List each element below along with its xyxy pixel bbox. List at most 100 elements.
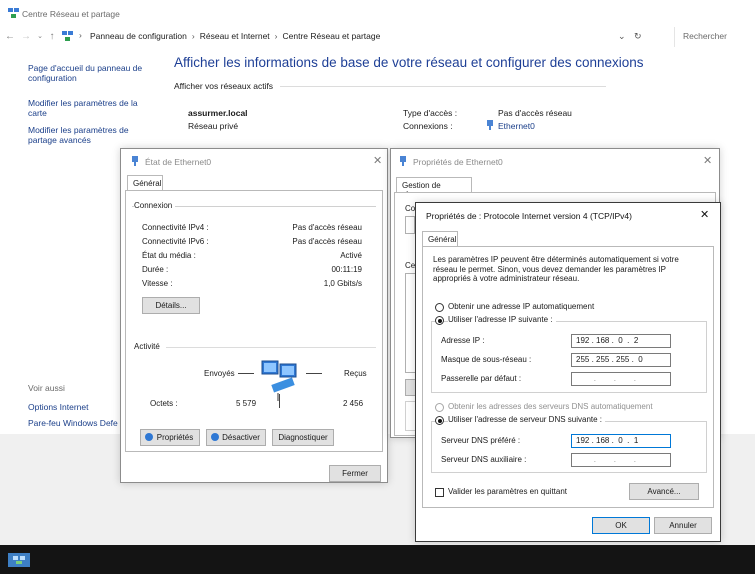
ipv4-properties-dialog: Propriétés de : Protocole Internet versi…	[415, 202, 721, 542]
media-state-label: État du média :	[142, 251, 196, 260]
divider	[279, 394, 280, 408]
network-center-icon	[8, 8, 19, 18]
close-icon[interactable]: ✕	[703, 154, 712, 167]
window-titlebar: Centre Réseau et partage	[0, 0, 755, 26]
tab-general[interactable]: Général	[422, 231, 458, 246]
ipv6-connectivity-label: Connectivité IPv6 :	[142, 237, 209, 246]
ipv4-description: Les paramètres IP peuvent être déterminé…	[433, 255, 679, 283]
details-button[interactable]: Détails...	[142, 297, 200, 314]
sidebar-link-firewall[interactable]: Pare-feu Windows Defe	[28, 418, 124, 428]
breadcrumb-network-center[interactable]: Centre Réseau et partage	[283, 31, 381, 41]
ipv4-connectivity-label: Connectivité IPv4 :	[142, 223, 209, 232]
sent-label: Envoyés	[204, 369, 235, 378]
navigation-bar: ← → ⌄ ↑ › Panneau de configuration › Résea…	[0, 26, 755, 48]
network-activity-icon	[261, 360, 297, 401]
ethernet-properties-title: Propriétés de Ethernet0	[413, 157, 503, 167]
see-also-heading: Voir aussi	[28, 383, 65, 393]
ethernet-icon	[487, 120, 493, 130]
cancel-button[interactable]: Annuler	[654, 517, 712, 534]
ok-button[interactable]: OK	[592, 517, 650, 534]
received-line	[306, 373, 322, 374]
bytes-received-value: 2 456	[343, 399, 364, 408]
ethernet-properties-icon	[400, 156, 406, 166]
breadcrumb-network-internet[interactable]: Réseau et Internet	[200, 31, 270, 41]
speed-label: Vitesse :	[142, 279, 173, 288]
up-arrow-icon[interactable]: ↑	[46, 30, 58, 44]
auto-dns-radio[interactable]	[435, 403, 444, 412]
diagnose-button[interactable]: Diagnostiquer	[272, 429, 334, 446]
network-name: assurmer.local	[188, 108, 248, 118]
active-networks-heading: Afficher vos réseaux actifs	[174, 81, 274, 91]
ipv4-dialog-title: Propriétés de : Protocole Internet versi…	[426, 211, 632, 221]
sidebar-link-adapter-settings[interactable]: Modifier les paramètres de la carte	[28, 98, 146, 118]
forward-arrow-icon[interactable]: →	[20, 30, 32, 44]
manual-dns-radio[interactable]	[435, 416, 444, 425]
received-label: Reçus	[344, 369, 367, 378]
manual-dns-label: Utiliser l'adresse de serveur DNS suivan…	[448, 415, 606, 424]
duration-value: 00:11:19	[331, 265, 362, 274]
recent-chevron-icon[interactable]: ⌄	[34, 30, 46, 44]
properties-button-label: Propriétés	[156, 433, 194, 442]
refresh-icon[interactable]: ↻	[634, 31, 642, 42]
manual-ip-radio[interactable]	[435, 316, 444, 325]
subnet-mask-label: Masque de sous-réseau :	[441, 355, 532, 364]
shield-icon	[145, 433, 153, 441]
connect-using-label: Co	[405, 204, 416, 213]
sidebar-link-internet-options[interactable]: Options Internet	[28, 402, 88, 412]
validate-label: Valider les paramètres en quittant	[448, 487, 568, 496]
address-dropdown-icon[interactable]: ⌄	[618, 31, 626, 42]
disable-button[interactable]: Désactiver	[206, 429, 266, 446]
ip-address-label: Adresse IP :	[441, 336, 485, 345]
status-dialog: État de Ethernet0 ✕ Général Connexion Co…	[120, 148, 388, 483]
address-network-icon	[62, 31, 73, 41]
auto-ip-label: Obtenir une adresse IP automatiquement	[448, 302, 595, 311]
close-icon[interactable]: ✕	[700, 208, 709, 221]
ip-address-input[interactable]: 192 . 168 . 0 . 2	[571, 334, 671, 348]
bytes-sent-value: 5 579	[236, 399, 257, 408]
ipv4-connectivity-value: Pas d'accès réseau	[292, 223, 362, 232]
breadcrumb: Panneau de configuration › Réseau et Inter…	[90, 31, 380, 41]
sidebar-link-home[interactable]: Page d'accueil du panneau de configurati…	[28, 63, 154, 83]
breadcrumb-chevron-icon: ›	[274, 31, 278, 41]
close-icon[interactable]: ✕	[373, 154, 382, 167]
breadcrumb-control-panel[interactable]: Panneau de configuration	[90, 31, 187, 41]
disable-button-label: Désactiver	[222, 433, 260, 442]
tab-general[interactable]: Général	[127, 175, 163, 190]
breadcrumb-chevron-icon: ›	[191, 31, 195, 41]
auto-ip-radio[interactable]	[435, 303, 444, 312]
start-app-icon[interactable]	[8, 553, 30, 567]
manual-ip-label: Utiliser l'adresse IP suivante :	[448, 315, 556, 324]
connections-label: Connexions :	[403, 121, 453, 131]
properties-button[interactable]: Propriétés	[140, 429, 200, 446]
close-button[interactable]: Fermer	[329, 465, 381, 482]
components-label: Ce	[405, 261, 416, 270]
back-arrow-icon[interactable]: ←	[4, 30, 16, 44]
status-dialog-title: État de Ethernet0	[145, 157, 212, 167]
page-title: Afficher les informations de base de vot…	[174, 55, 644, 70]
taskbar	[0, 545, 755, 574]
ipv4-general-panel: Les paramètres IP peuvent être déterminé…	[422, 246, 714, 508]
gateway-label: Passerelle par défaut :	[441, 374, 522, 383]
advanced-button[interactable]: Avancé...	[629, 483, 699, 500]
window-title: Centre Réseau et partage	[22, 9, 120, 19]
alternate-dns-input[interactable]: . . .	[571, 453, 671, 467]
shield-icon	[211, 433, 219, 441]
bytes-label: Octets :	[150, 399, 178, 408]
validate-checkbox[interactable]	[435, 488, 444, 497]
tab-networking[interactable]: Gestion de réseau	[396, 177, 472, 199]
activity-group-label: Activité	[134, 342, 160, 351]
subnet-mask-input[interactable]: 255 . 255 . 255 . 0	[571, 353, 671, 367]
divider	[280, 86, 606, 87]
access-type-value: Pas d'accès réseau	[498, 108, 572, 118]
speed-value: 1,0 Gbits/s	[323, 279, 362, 288]
search-input[interactable]: Rechercher	[674, 27, 755, 47]
preferred-dns-input[interactable]: 192 . 168 . 0 . 1	[571, 434, 671, 448]
status-panel: Connexion Connectivité IPv4 : Pas d'accè…	[125, 190, 383, 452]
divider	[166, 347, 376, 348]
sidebar-link-sharing-settings[interactable]: Modifier les paramètres de partage avanc…	[28, 125, 146, 145]
gateway-input[interactable]: . . .	[571, 372, 671, 386]
ethernet-connection-link[interactable]: Ethernet0	[498, 121, 535, 131]
network-type-link[interactable]: Réseau privé	[188, 121, 238, 131]
search-placeholder: Rechercher	[683, 31, 727, 41]
sent-line	[238, 373, 254, 374]
